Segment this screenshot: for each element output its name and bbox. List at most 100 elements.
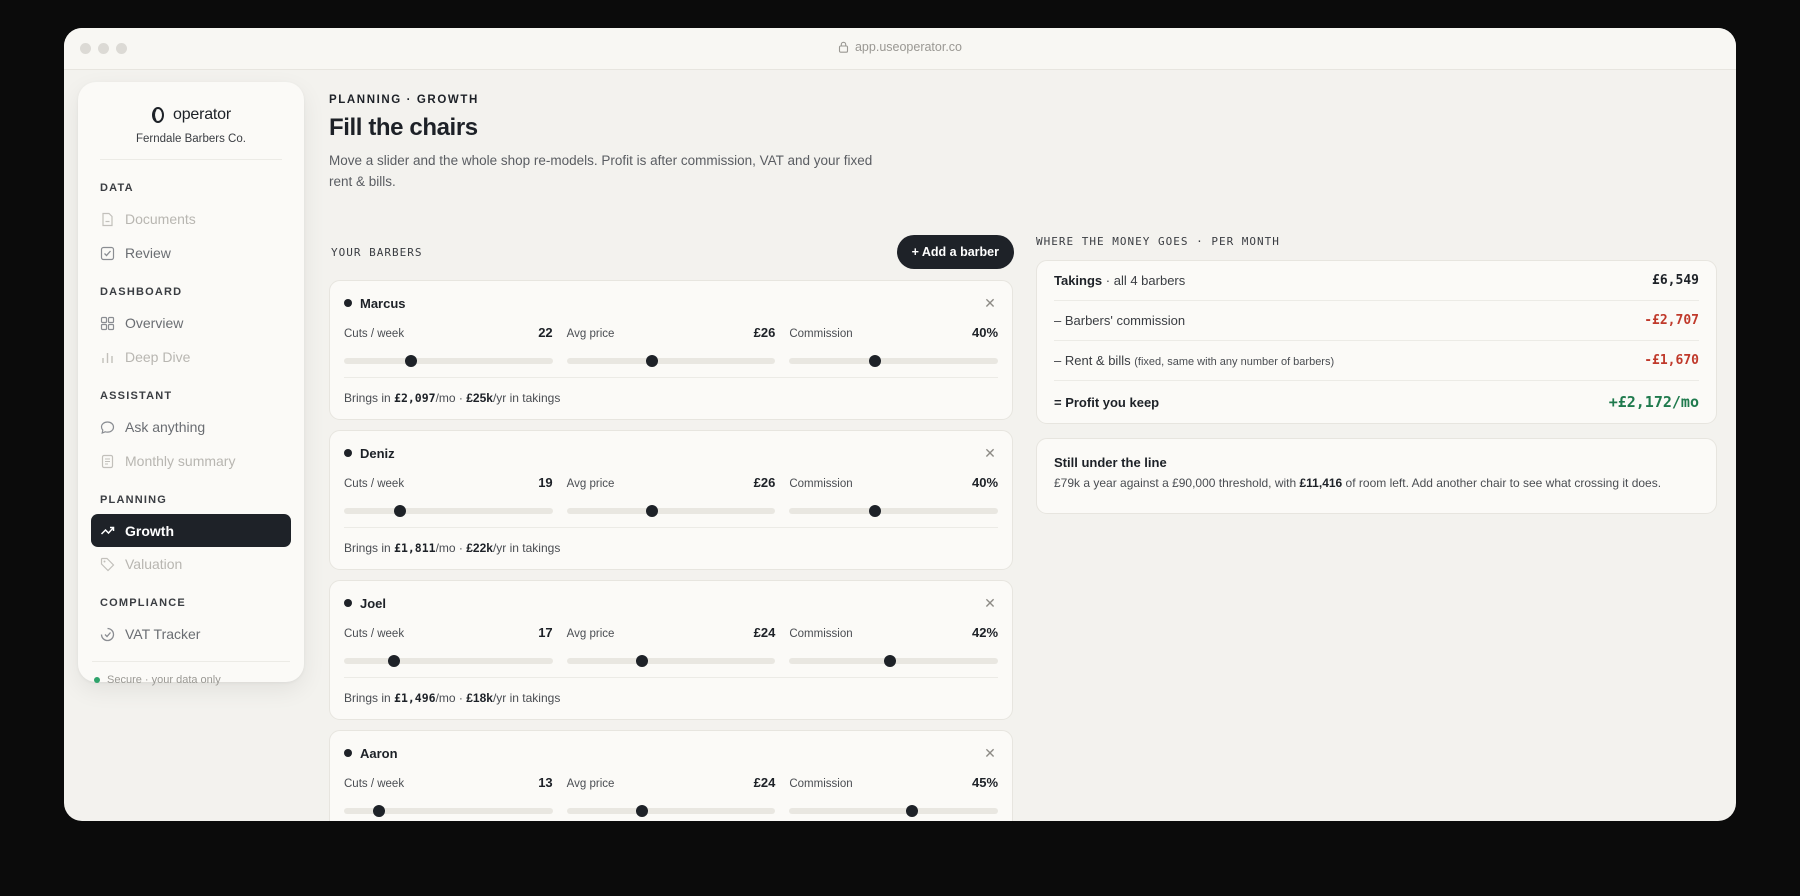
- operator-logo-icon: [152, 107, 164, 123]
- cuts-per-week-slider[interactable]: [344, 505, 553, 517]
- avg-price-slider-thumb[interactable]: [635, 805, 648, 817]
- profit-label: = Profit you keep: [1054, 394, 1160, 410]
- avg-price-slider[interactable]: [566, 805, 776, 817]
- money-section-label: WHERE THE MONEY GOES · PER MONTH: [1036, 235, 1280, 248]
- vat-card-title: Still under the line: [1054, 455, 1167, 470]
- sidebar-item-vat-tracker[interactable]: VAT Tracker: [78, 617, 304, 651]
- sidebar-item-review[interactable]: Review: [78, 236, 304, 270]
- vat-text-post: of room left. Add another chair to see w…: [1342, 476, 1662, 490]
- remove-barber-close-icon[interactable]: ✕: [982, 595, 998, 612]
- avg-price-slider[interactable]: [566, 655, 776, 667]
- barber-card: Marcus ✕ Cuts / week 22 Avg price £26 Commissi…: [329, 280, 1013, 420]
- lock-icon: [838, 41, 849, 53]
- sidebar-item-documents[interactable]: Documents: [78, 202, 304, 236]
- company-name: Ferndale Barbers Co.: [136, 133, 246, 145]
- progress-circle-icon: [100, 627, 115, 641]
- secure-status-dot: [94, 677, 100, 683]
- cuts-per-week-slider-thumb[interactable]: [404, 355, 417, 367]
- cuts-per-week-slider-thumb[interactable]: [394, 505, 407, 517]
- commission-slider[interactable]: [789, 355, 999, 367]
- takings-text-post: /yr in takings: [492, 391, 561, 405]
- brand-name: operator: [173, 106, 231, 123]
- avg-price-slider-thumb[interactable]: [646, 505, 659, 517]
- avg-price-label: Avg price: [566, 478, 615, 490]
- takings-text-mid: /mo ·: [435, 391, 467, 405]
- commission-slider-thumb[interactable]: [906, 805, 919, 817]
- nav-heading-dashboard: DASHBOARD: [100, 286, 183, 298]
- barber-cards-list: Marcus ✕ Cuts / week 22 Avg price £26 Commissi…: [329, 280, 1013, 821]
- cuts-per-week-label: Cuts / week: [344, 778, 405, 790]
- avg-price-slider[interactable]: [566, 505, 776, 517]
- takings-text-post: /yr in takings: [492, 691, 561, 705]
- barber-card-header: Joel ✕: [344, 581, 998, 625]
- commission-slider[interactable]: [789, 805, 999, 817]
- remove-barber-close-icon[interactable]: ✕: [982, 445, 998, 462]
- money-panel: WHERE THE MONEY GOES · PER MONTH Takings…: [1036, 235, 1717, 514]
- summary-doc-icon: [101, 454, 114, 468]
- commission-label: Commission: [789, 628, 853, 640]
- page-description: Move a slider and the whole shop re-mode…: [329, 153, 873, 189]
- money-breakdown-card: Takings · all 4 barbers £6,549 – Barbers…: [1036, 260, 1717, 424]
- avg-price-label: Avg price: [566, 778, 615, 790]
- barber-card: Joel ✕ Cuts / week 17 Avg price £24 Commission…: [329, 580, 1013, 720]
- takings-label: Takings: [1054, 273, 1103, 288]
- address-bar[interactable]: app.useoperator.co: [64, 40, 1736, 54]
- monthly-takings: £1,811: [394, 541, 436, 555]
- document-icon: [102, 212, 113, 226]
- cuts-per-week-slider[interactable]: [344, 655, 553, 667]
- nav-section-assistant: ASSISTANT Ask anything Monthly summary: [78, 390, 304, 478]
- sidebar-item-monthly-summary[interactable]: Monthly summary: [78, 444, 304, 478]
- sidebar-footer-divider: [92, 661, 290, 662]
- takings-text-pre: Brings in: [344, 391, 395, 405]
- profit-value: +£2,172/mo: [1608, 393, 1699, 411]
- commission-slider-thumb[interactable]: [868, 355, 881, 367]
- avg-price-value: £24: [753, 775, 776, 790]
- commission-control: Commission 40%: [789, 475, 999, 517]
- barber-dot: [344, 599, 352, 607]
- rent-value: -£1,670: [1644, 353, 1699, 368]
- avg-price-value: £26: [753, 325, 776, 340]
- sidebar-item-ask-anything[interactable]: Ask anything: [78, 410, 304, 444]
- browser-window: app.useoperator.co operator Ferndale Bar…: [64, 28, 1736, 821]
- takings-sub: · all 4 barbers: [1102, 273, 1186, 288]
- sidebar-item-label: Ask anything: [125, 419, 206, 435]
- commission-label: – Barbers' commission: [1054, 313, 1186, 328]
- commission-slider[interactable]: [789, 505, 999, 517]
- sidebar-item-growth[interactable]: Growth: [91, 514, 291, 547]
- url-text: app.useoperator.co: [854, 40, 963, 54]
- avg-price-slider[interactable]: [566, 355, 776, 367]
- sidebar-item-label: Deep Dive: [125, 349, 191, 365]
- barber-card: Aaron ✕ Cuts / week 13 Avg price £24 Commissio…: [329, 730, 1013, 821]
- avg-price-slider-thumb[interactable]: [635, 655, 648, 667]
- commission-slider-thumb[interactable]: [868, 505, 881, 517]
- barber-sliders: Cuts / week 19 Avg price £26 Commission 40%: [344, 475, 999, 517]
- cuts-per-week-slider[interactable]: [344, 805, 553, 817]
- nav-heading-assistant: ASSISTANT: [100, 390, 173, 402]
- commission-slider[interactable]: [789, 655, 999, 667]
- trend-up-icon: [100, 526, 115, 535]
- sidebar-item-deep-dive[interactable]: Deep Dive: [78, 340, 304, 374]
- remove-barber-close-icon[interactable]: ✕: [982, 295, 998, 312]
- avg-price-slider-thumb[interactable]: [646, 355, 659, 367]
- cuts-per-week-slider[interactable]: [344, 355, 553, 367]
- nav-section-planning: PLANNING Growth Valuation: [78, 494, 304, 581]
- barber-card-divider: [344, 377, 998, 378]
- commission-label: Commission: [789, 778, 853, 790]
- nav-section-compliance: COMPLIANCE VAT Tracker: [78, 597, 304, 651]
- barber-card-divider: [344, 527, 998, 528]
- add-barber-button[interactable]: + Add a barber: [896, 235, 1014, 269]
- cuts-per-week-label: Cuts / week: [344, 328, 405, 340]
- rent-note: (fixed, same with any number of barbers): [1134, 356, 1335, 368]
- vat-card-text: £79k a year against a £90,000 threshold,…: [1054, 476, 1699, 490]
- rent-label: – Rent & bills: [1054, 353, 1131, 368]
- page-title: Fill the chairs: [329, 114, 478, 141]
- cuts-per-week-control: Cuts / week 17: [344, 625, 553, 667]
- cuts-per-week-slider-thumb[interactable]: [388, 655, 401, 667]
- remove-barber-close-icon[interactable]: ✕: [982, 745, 998, 762]
- cuts-per-week-slider-thumb[interactable]: [373, 805, 386, 817]
- commission-slider-thumb[interactable]: [883, 655, 896, 667]
- takings-text-pre: Brings in: [344, 541, 395, 555]
- sidebar-item-overview[interactable]: Overview: [78, 306, 304, 340]
- sidebar-item-valuation[interactable]: Valuation: [78, 547, 304, 581]
- yearly-takings: £25k: [466, 391, 493, 405]
